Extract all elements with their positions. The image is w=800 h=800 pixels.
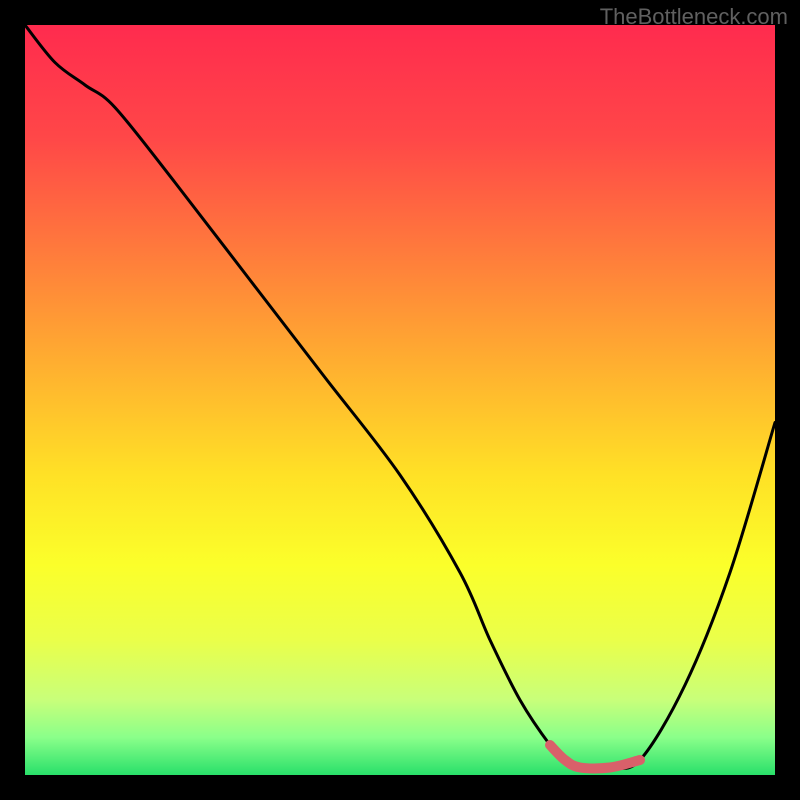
watermark-text: TheBottleneck.com [600, 4, 788, 30]
optimal-range-highlight [550, 745, 640, 768]
bottleneck-curve [25, 25, 775, 768]
plot-area [25, 25, 775, 775]
curve-layer [25, 25, 775, 775]
